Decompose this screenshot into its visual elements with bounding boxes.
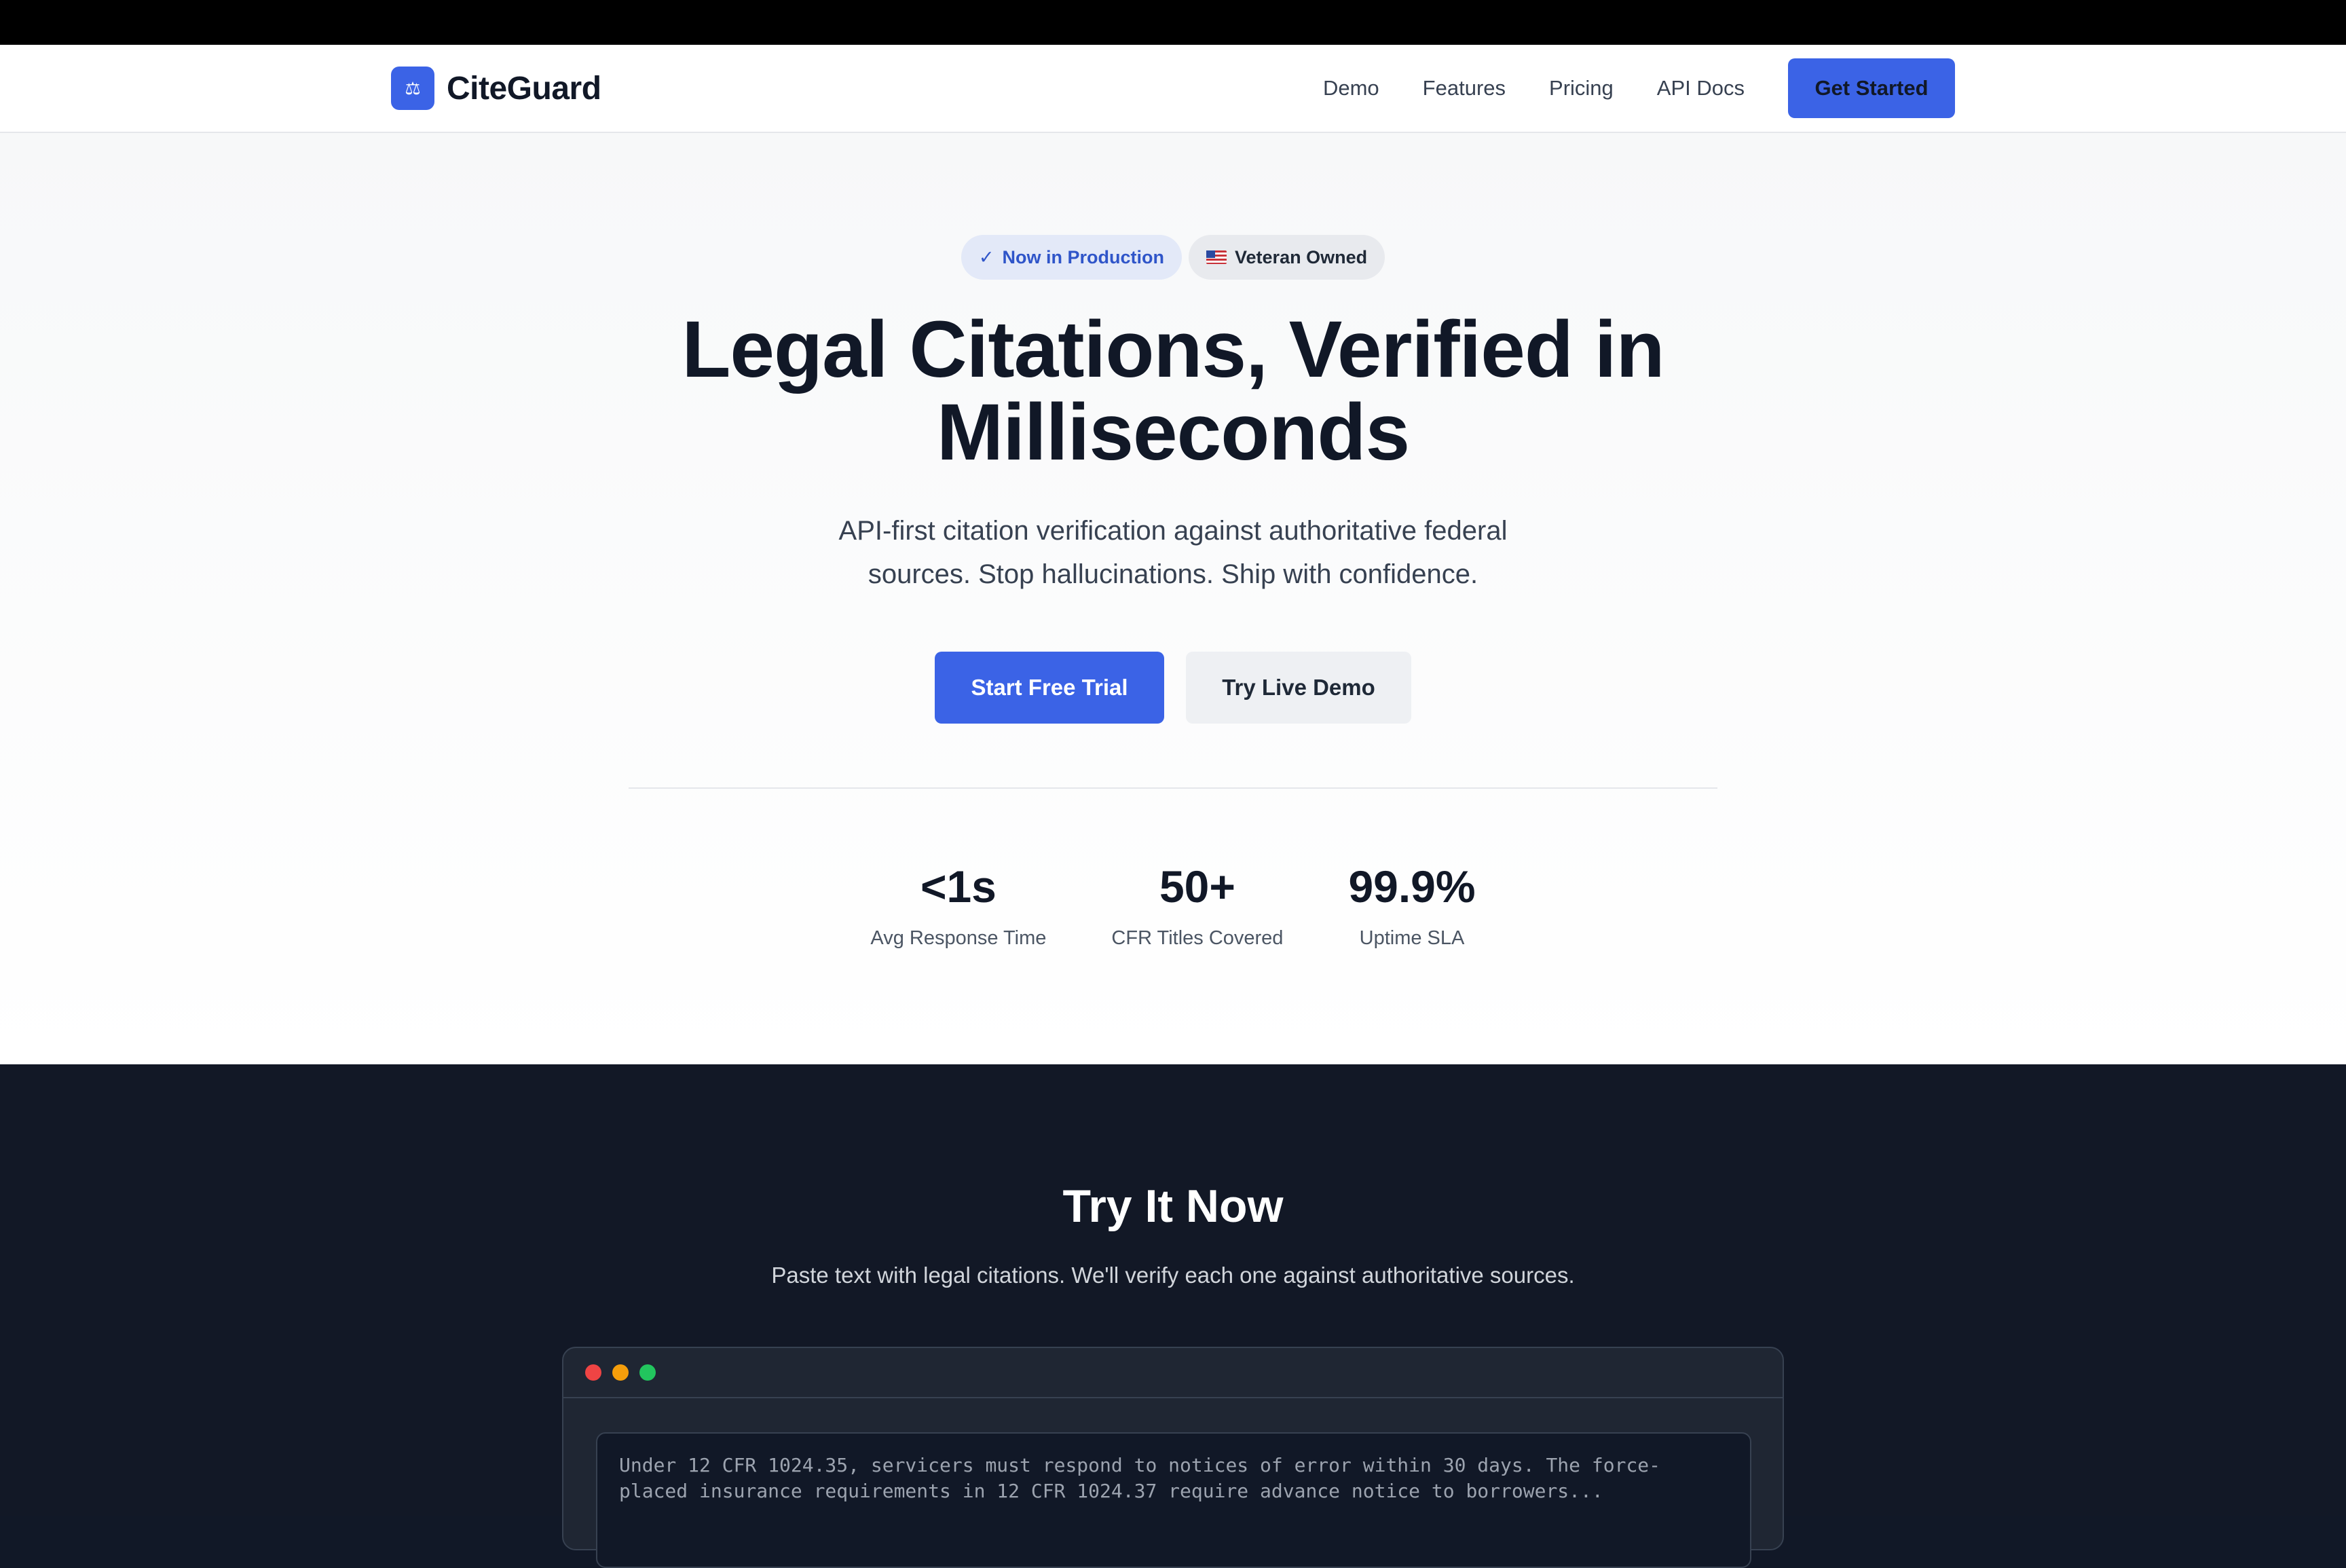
demo-title: Try It Now <box>1062 1180 1284 1232</box>
stat-value: 99.9% <box>1348 861 1476 912</box>
nav-link-features[interactable]: Features <box>1423 76 1506 100</box>
us-flag-icon <box>1206 250 1227 264</box>
browser-top-bar <box>0 0 2346 45</box>
citation-text-input[interactable]: Under 12 CFR 1024.35, servicers must res… <box>596 1432 1751 1568</box>
scales-icon: ⚖ <box>391 67 434 110</box>
veteran-badge: Veteran Owned <box>1189 235 1385 280</box>
top-navigation: ⚖ CiteGuard Demo Features Pricing API Do… <box>0 45 2346 133</box>
get-started-button[interactable]: Get Started <box>1788 58 1955 118</box>
hero-badges: ✓ Now in Production Veteran Owned <box>0 235 2346 280</box>
nav-link-api-docs[interactable]: API Docs <box>1657 76 1745 100</box>
stat-value: <1s <box>920 861 997 912</box>
demo-section: Try It Now Paste text with legal citatio… <box>0 1064 2346 1568</box>
stats-row: <1s Avg Response Time 50+ CFR Titles Cov… <box>0 859 2346 950</box>
stat-response-time: <1s Avg Response Time <box>870 859 1046 950</box>
veteran-badge-label: Veteran Owned <box>1235 246 1368 267</box>
nav-link-pricing[interactable]: Pricing <box>1549 76 1614 100</box>
demo-editor-window: Under 12 CFR 1024.35, servicers must res… <box>562 1347 1784 1568</box>
window-minimize-dot <box>612 1364 629 1381</box>
editor-title-bar <box>563 1348 1783 1398</box>
production-badge: ✓ Now in Production <box>961 235 1183 280</box>
stat-uptime: 99.9% Uptime SLA <box>1348 859 1475 950</box>
stat-cfr-titles: 50+ CFR Titles Covered <box>1111 859 1283 950</box>
stat-label: Uptime SLA <box>1359 927 1465 949</box>
headline-line-2: Milliseconds <box>936 388 1410 477</box>
headline-line-1: Legal Citations, Verified in <box>682 305 1664 394</box>
demo-subtitle: Paste text with legal citations. We'll v… <box>771 1263 1575 1288</box>
nav-links: Demo Features Pricing API Docs Get Start… <box>1323 58 1955 118</box>
try-live-demo-button[interactable]: Try Live Demo <box>1186 652 1411 724</box>
stat-value: 50+ <box>1159 861 1235 912</box>
brand-name: CiteGuard <box>447 70 601 107</box>
subhead-line-1: API-first citation verification against … <box>838 516 1508 546</box>
hero-section: ✓ Now in Production Veteran Owned Legal … <box>0 133 2346 1064</box>
stat-label: Avg Response Time <box>870 927 1047 949</box>
subhead-line-2: sources. Stop hallucinations. Ship with … <box>868 559 1478 589</box>
hero-subheadline: API-first citation verification against … <box>766 509 1580 596</box>
nav-link-demo[interactable]: Demo <box>1323 76 1379 100</box>
window-maximize-dot <box>639 1364 656 1381</box>
check-icon: ✓ <box>978 246 994 267</box>
window-close-dot <box>585 1364 601 1381</box>
start-free-trial-button[interactable]: Start Free Trial <box>935 652 1164 724</box>
hero-headline: Legal Citations, Verified in Millisecond… <box>0 308 2346 474</box>
hero-divider <box>629 787 1717 789</box>
hero-actions: Start Free Trial Try Live Demo <box>0 652 2346 724</box>
brand-home-link[interactable]: ⚖ CiteGuard <box>391 67 601 110</box>
production-badge-label: Now in Production <box>1002 246 1165 267</box>
stat-label: CFR Titles Covered <box>1111 927 1284 949</box>
